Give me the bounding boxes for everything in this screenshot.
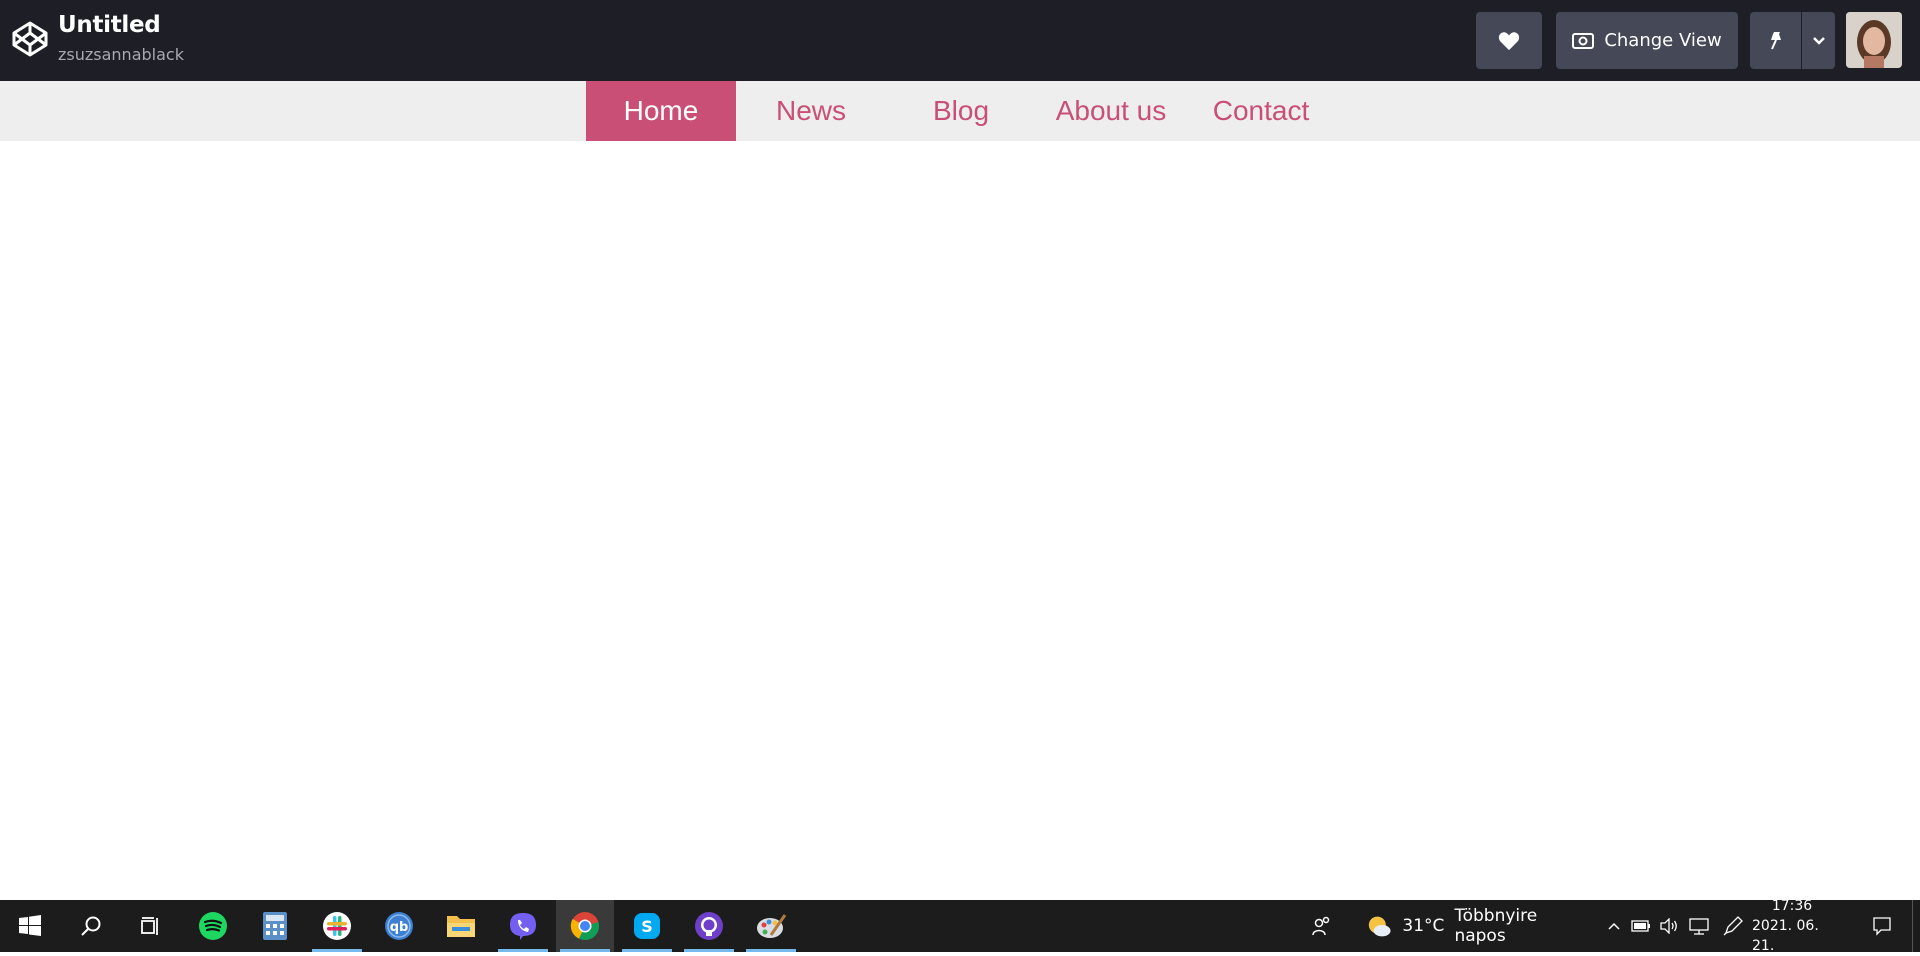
nav-item-blog[interactable]: Blog — [886, 81, 1036, 141]
svg-text:S: S — [641, 917, 653, 936]
windows-taskbar: qb S 31°C Többnyire napos 17:36 2021. 06… — [0, 898, 1920, 954]
github-icon — [695, 912, 723, 940]
search-icon — [81, 916, 101, 936]
people-button[interactable] — [1302, 900, 1342, 952]
show-hidden-icons-button[interactable] — [1602, 900, 1626, 952]
start-button[interactable] — [0, 900, 60, 952]
paint-icon — [757, 914, 787, 938]
chrome-icon — [570, 912, 600, 940]
nav-item-about-us[interactable]: About us — [1036, 81, 1186, 141]
pin-dropdown-button[interactable] — [1802, 12, 1835, 69]
nav-item-home[interactable]: Home — [586, 81, 736, 141]
qbittorrent-icon: qb — [385, 912, 413, 940]
task-view-button[interactable] — [122, 900, 180, 952]
taskbar-app-chrome[interactable] — [556, 900, 614, 952]
codepen-logo-icon[interactable] — [10, 19, 50, 59]
heart-icon — [1498, 31, 1520, 50]
taskbar-app-github-desktop[interactable] — [680, 900, 738, 952]
pen-author[interactable]: zsuzsannablack — [58, 45, 184, 64]
main-nav: Home News Blog About us Contact — [0, 81, 1920, 141]
weather-description: Többnyire napos — [1454, 906, 1538, 946]
taskbar-app-calculator[interactable] — [246, 900, 304, 952]
windows-icon — [19, 915, 41, 936]
heart-button[interactable] — [1476, 12, 1542, 69]
pin-icon — [1770, 31, 1781, 49]
taskbar-app-spotify[interactable] — [184, 900, 242, 952]
change-view-button[interactable]: Change View — [1556, 12, 1738, 69]
nav-item-contact[interactable]: Contact — [1186, 81, 1336, 141]
nav-item-news[interactable]: News — [736, 81, 886, 141]
spotify-icon — [199, 912, 227, 940]
clock-time: 17:36 — [1771, 898, 1813, 914]
taskbar-app-skype[interactable]: S — [618, 900, 676, 952]
user-avatar[interactable] — [1846, 12, 1902, 68]
eye-icon — [1572, 32, 1595, 49]
viber-icon — [510, 913, 536, 940]
volume-button[interactable] — [1656, 900, 1682, 952]
editor-header: Untitled zsuzsannablack Change View — [0, 0, 1920, 81]
clock-date: 2021. 06. 21. — [1752, 918, 1819, 954]
pen-icon — [1723, 916, 1743, 936]
change-view-label: Change View — [1604, 30, 1722, 51]
pen-workspace-button[interactable] — [1718, 900, 1748, 952]
battery-icon — [1631, 920, 1650, 932]
taskbar-app-slack[interactable] — [308, 900, 366, 952]
weather-temperature: 31°C — [1402, 916, 1445, 936]
folder-icon — [447, 916, 475, 937]
search-button[interactable] — [62, 900, 120, 952]
svg-text:qb: qb — [390, 920, 409, 935]
calculator-icon — [263, 912, 287, 940]
task-view-icon — [141, 917, 158, 935]
taskbar-app-file-explorer[interactable] — [432, 900, 490, 952]
skype-icon: S — [634, 913, 660, 939]
slack-icon — [323, 912, 351, 940]
partly-sunny-icon — [1368, 916, 1391, 937]
avatar-image — [1846, 12, 1902, 68]
notification-icon — [1873, 917, 1891, 936]
pin-button[interactable] — [1750, 12, 1801, 69]
chevron-down-icon — [1812, 36, 1825, 45]
weather-widget[interactable]: 31°C Többnyire napos — [1366, 900, 1586, 952]
taskbar-app-qbittorrent[interactable]: qb — [370, 900, 428, 952]
action-center-button[interactable] — [1856, 900, 1908, 952]
network-button[interactable] — [1684, 900, 1714, 952]
pen-title[interactable]: Untitled — [58, 12, 161, 38]
network-icon — [1689, 918, 1709, 935]
volume-icon — [1660, 918, 1677, 934]
clock[interactable]: 17:36 2021. 06. 21. — [1752, 898, 1832, 954]
taskbar-app-viber[interactable] — [494, 900, 552, 952]
show-desktop-button[interactable] — [1912, 900, 1920, 952]
chevron-up-icon — [1608, 922, 1620, 930]
battery-button[interactable] — [1628, 900, 1654, 952]
people-icon — [1312, 916, 1330, 936]
taskbar-app-paint[interactable] — [742, 900, 800, 952]
